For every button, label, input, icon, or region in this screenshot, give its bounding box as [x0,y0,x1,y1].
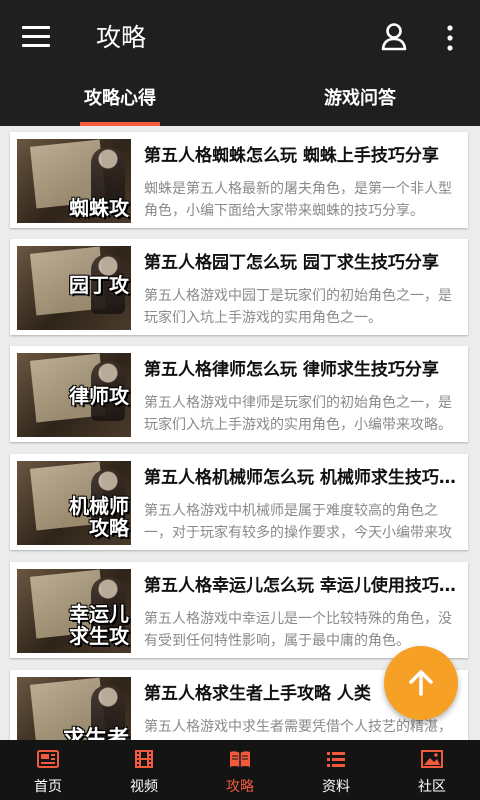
home-icon [37,750,59,768]
nav-item-home[interactable]: 首页 [0,740,96,800]
article-card[interactable]: 幸运儿 求生攻 第五人格幸运儿怎么玩 幸运儿使用技巧分享 第五人格游戏中幸运儿是… [10,562,468,658]
list-icon [325,750,347,768]
nav-label: 攻略 [226,779,254,795]
nav-item-data[interactable]: 资料 [288,740,384,800]
nav-item-community[interactable]: 社区 [384,740,480,800]
hamburger-menu-icon[interactable] [22,26,50,48]
thumbnail-caption: 园丁攻 [69,273,129,297]
tab-bar: 攻略心得 游戏问答 [0,76,480,126]
article-card[interactable]: 机械师 攻略 第五人格机械师怎么玩 机械师求生技巧分享 第五人格游戏中机械师是属… [10,454,468,550]
nav-label: 社区 [418,779,446,795]
thumbnail-caption: 机械师 攻略 [69,494,129,540]
article-title: 第五人格机械师怎么玩 机械师求生技巧分享 [144,468,462,488]
more-vertical-icon[interactable] [440,24,460,52]
article-thumbnail: 园丁攻 [17,246,131,330]
nav-item-guides[interactable]: 攻略 [192,740,288,800]
page-title: 攻略 [96,23,147,52]
nav-item-video[interactable]: 视频 [96,740,192,800]
thumbnail-caption: 蜘蛛攻 [69,196,129,220]
article-thumbnail: 机械师 攻略 [17,461,131,545]
article-title: 第五人格律师怎么玩 律师求生技巧分享 [144,360,439,380]
article-thumbnail: 律师攻 [17,353,131,437]
tab-guides[interactable]: 攻略心得 [0,76,240,126]
article-description: 第五人格游戏中园丁是玩家们的初始角色之一，是玩家们入坑上手游戏的实用角色之一。 [144,288,452,326]
article-card[interactable]: 蜘蛛攻 第五人格蜘蛛怎么玩 蜘蛛上手技巧分享 蜘蛛是第五人格最新的屠夫角色，是第… [10,132,468,228]
film-icon [133,750,155,768]
book-icon [229,750,251,768]
arrow-up-icon [409,670,433,696]
thumbnail-caption: 求生者 攻略 [62,727,129,741]
top-app-bar: 攻略 [0,0,480,76]
article-thumbnail: 蜘蛛攻 [17,139,131,223]
nav-label: 资料 [322,779,350,795]
article-description: 第五人格游戏中律师是玩家们的初始角色之一，是玩家们入坑上手游戏的实用角色，小编带… [144,395,452,433]
article-title: 第五人格园丁怎么玩 园丁求生技巧分享 [144,253,439,273]
article-description: 蜘蛛是第五人格最新的屠夫角色，是第一个非人型角色，小编下面给大家带来蜘蛛的技巧分… [144,181,452,219]
image-icon [421,750,443,768]
scroll-to-top-button[interactable] [384,646,458,720]
thumbnail-caption: 律师攻 [69,384,129,408]
article-thumbnail: 求生者 攻略 [17,677,131,740]
thumbnail-caption: 幸运儿 求生攻 [69,602,129,648]
user-icon[interactable] [380,22,408,52]
article-title: 第五人格幸运儿怎么玩 幸运儿使用技巧分享 [144,576,462,596]
article-description: 第五人格游戏中机械师是属于难度较高的角色之一，对于玩家有较多的操作要求，今天小编… [144,503,452,541]
nav-label: 首页 [34,779,62,795]
article-thumbnail: 幸运儿 求生攻 [17,569,131,653]
article-card[interactable]: 律师攻 第五人格律师怎么玩 律师求生技巧分享 第五人格游戏中律师是玩家们的初始角… [10,346,468,442]
article-card[interactable]: 园丁攻 第五人格园丁怎么玩 园丁求生技巧分享 第五人格游戏中园丁是玩家们的初始角… [10,239,468,335]
article-title: 第五人格蜘蛛怎么玩 蜘蛛上手技巧分享 [144,146,439,166]
tab-qa[interactable]: 游戏问答 [240,76,480,126]
bottom-navigation: 首页 视频 攻略 资料 社区 [0,740,480,800]
nav-label: 视频 [130,779,158,795]
